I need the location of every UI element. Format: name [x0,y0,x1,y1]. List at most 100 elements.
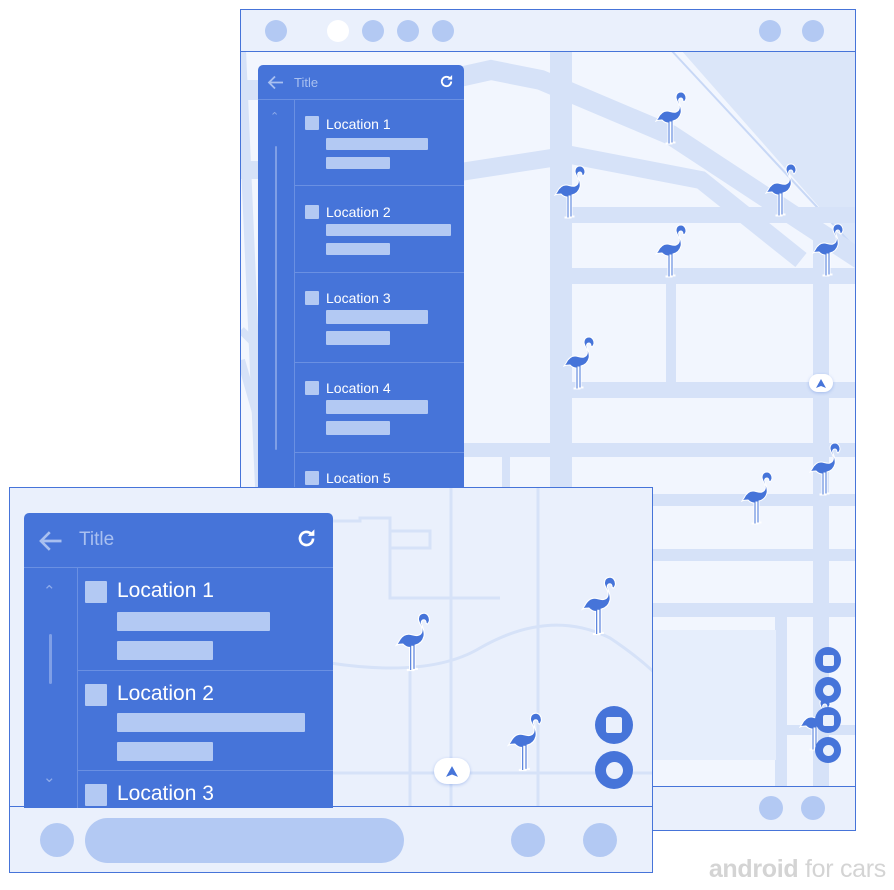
map-action-stop[interactable] [815,707,841,733]
search-pill[interactable] [85,818,404,863]
status-dot[interactable] [362,20,384,42]
placeholder-line [326,331,390,345]
refresh-icon[interactable] [296,528,317,549]
item-label: Location 1 [117,579,214,602]
flamingo-icon[interactable] [581,575,619,639]
nav-dot[interactable] [511,823,545,857]
placeholder-line [326,310,428,324]
record-icon [822,684,834,696]
stop-icon [606,717,622,733]
landscape-bottom-bar [10,806,652,872]
placeholder-square-icon [305,291,319,305]
scroll-rail: ⌃ ⌄ [24,568,78,808]
flamingo-icon[interactable] [741,470,775,528]
panel-header: Title [24,513,333,568]
landscape-screen: Title ⌃ ⌄ Location 1 Location 2 Location… [9,487,653,873]
item-label: Location 3 [326,290,391,306]
item-label: Location 2 [117,682,214,705]
portrait-list-panel: Title ⌃ Location 1 Location 2 Location 3… [258,65,464,505]
placeholder-line [117,641,213,660]
placeholder-square-icon [305,471,319,485]
location-list: Location 1 Location 2 Location 3 Locatio… [295,100,464,505]
stop-icon [822,714,834,726]
refresh-icon[interactable] [439,74,454,89]
list-item[interactable]: Location 1 [295,100,464,186]
map-action-stop[interactable] [595,706,633,744]
arrow-back-icon[interactable] [38,530,63,552]
list-item[interactable]: Location 4 [295,363,464,453]
placeholder-line [117,742,213,761]
item-label: Location 3 [117,782,214,805]
placeholder-line [326,243,390,255]
flamingo-icon[interactable] [809,441,843,499]
item-label: Location 2 [326,204,391,220]
status-dot[interactable] [432,20,454,42]
placeholder-line [326,421,390,435]
record-icon [605,761,623,779]
scrollbar[interactable] [275,146,277,450]
map-action-record[interactable] [815,677,841,703]
placeholder-line [117,612,270,631]
item-label: Location 4 [326,380,391,396]
landscape-list-panel: Title ⌃ ⌄ Location 1 Location 2 Location… [24,513,333,808]
placeholder-line [326,224,451,236]
portrait-top-bar [241,10,855,52]
nav-dot[interactable] [40,823,74,857]
status-dot[interactable] [265,20,287,42]
brand-bold: android [708,855,799,883]
flamingo-icon[interactable] [563,335,597,393]
record-icon [822,744,834,756]
status-dot[interactable] [397,20,419,42]
nav-dot[interactable] [583,823,617,857]
navigation-arrow-icon [816,378,826,388]
panel-title: Title [294,75,319,90]
flamingo-icon[interactable] [507,711,545,775]
placeholder-line [326,400,428,414]
map-action-record[interactable] [595,751,633,789]
item-label: Location 1 [326,116,391,132]
placeholder-square-icon [305,116,319,130]
chevron-up-icon[interactable]: ⌃ [270,110,279,123]
brand-regular: for cars [798,855,886,883]
status-dot-active[interactable] [327,20,349,42]
arrow-back-icon[interactable] [267,75,284,90]
placeholder-square-icon [305,381,319,395]
chevron-up-icon[interactable]: ⌃ [43,582,56,600]
current-location-chip[interactable] [434,758,470,784]
nav-dot[interactable] [801,796,825,820]
list-item[interactable]: Location 1 [78,568,333,671]
stop-icon [822,654,834,666]
list-item[interactable]: Location 2 [78,671,333,771]
placeholder-square-icon [85,784,107,806]
map-action-stop[interactable] [815,647,841,673]
brand-wordmark: android for cars [709,855,886,884]
placeholder-square-icon [305,205,319,219]
list-item[interactable]: Location 3 [295,273,464,363]
placeholder-line [326,138,428,150]
panel-header: Title [258,65,464,100]
flamingo-icon[interactable] [812,222,846,280]
item-label: Location 5 [326,470,391,486]
location-list: Location 1 Location 2 Location 3 [78,568,333,808]
scrollbar[interactable] [49,634,52,684]
status-dot[interactable] [759,20,781,42]
list-item[interactable]: Location 2 [295,186,464,273]
list-item[interactable]: Location 3 [78,771,333,808]
placeholder-line [117,713,305,732]
chevron-down-icon[interactable]: ⌄ [43,768,56,786]
navigation-arrow-icon [446,765,458,777]
placeholder-square-icon [85,581,107,603]
map-action-record[interactable] [815,737,841,763]
scroll-rail: ⌃ [258,100,295,505]
nav-dot[interactable] [759,796,783,820]
flamingo-icon[interactable] [655,223,689,281]
panel-title: Title [79,529,115,550]
flamingo-icon[interactable] [395,611,433,675]
flamingo-icon[interactable] [655,90,689,148]
flamingo-icon[interactable] [554,164,588,222]
placeholder-square-icon [85,684,107,706]
current-location-chip[interactable] [809,374,833,392]
status-dot[interactable] [802,20,824,42]
placeholder-line [326,157,390,169]
flamingo-icon[interactable] [765,162,799,220]
